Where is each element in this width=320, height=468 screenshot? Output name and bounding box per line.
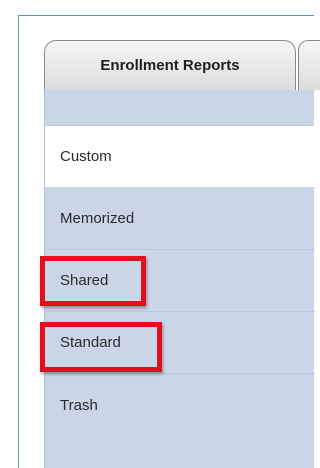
sidebar-item-standard[interactable]: Standard <box>45 312 315 374</box>
sidebar: Custom Memorized Shared Standard Trash <box>44 90 315 468</box>
sidebar-item-label: Standard <box>60 334 121 351</box>
tab-next[interactable] <box>298 40 320 90</box>
sidebar-item-label: Shared <box>60 272 109 289</box>
sidebar-item-label: Memorized <box>60 210 135 227</box>
sidebar-item-shared[interactable]: Shared <box>45 250 315 312</box>
sidebar-item-trash[interactable]: Trash <box>45 374 315 436</box>
tab-enrollment-reports[interactable]: Enrollment Reports <box>44 40 296 90</box>
sidebar-header <box>45 90 313 126</box>
sidebar-item-memorized[interactable]: Memorized <box>45 188 315 250</box>
sidebar-item-label: Custom <box>60 148 112 165</box>
tab-label: Enrollment Reports <box>100 57 240 74</box>
sidebar-item-label: Trash <box>60 396 98 414</box>
sidebar-item-custom[interactable]: Custom <box>45 126 315 188</box>
